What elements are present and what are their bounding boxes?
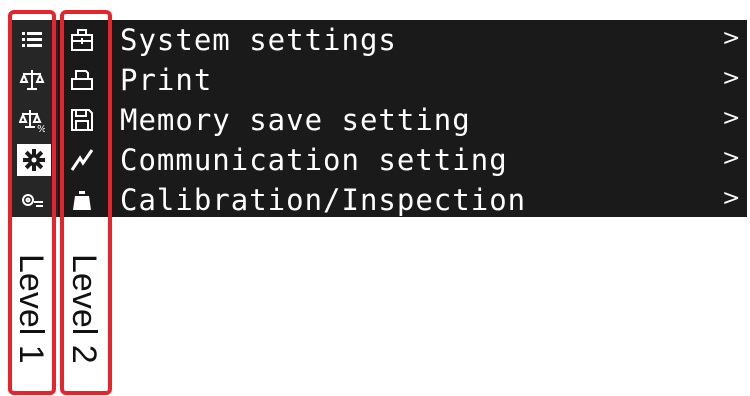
chevron-right-icon: > <box>722 186 741 211</box>
menu-item-label: System settings <box>120 23 397 57</box>
menu-item-communication-setting[interactable]: Communication setting > <box>0 140 750 180</box>
chevron-right-icon: > <box>722 66 741 91</box>
level1-annotation: Level 1 <box>12 254 50 364</box>
level2-annotation: Level 2 <box>65 254 103 364</box>
menu-item-label: Calibration/Inspection <box>120 183 527 217</box>
chevron-right-icon: > <box>722 146 741 171</box>
menu-item-label: Memory save setting <box>120 103 471 137</box>
menu-item-print[interactable]: Print > <box>0 60 750 100</box>
chevron-right-icon: > <box>722 106 741 131</box>
menu-item-label: Communication setting <box>120 143 508 177</box>
menu-item-system-settings[interactable]: System settings > <box>0 20 750 60</box>
menu-item-memory-save-setting[interactable]: % Memory save setting > <box>0 100 750 140</box>
chevron-right-icon: > <box>722 26 741 51</box>
menu-item-label: Print <box>120 63 213 97</box>
menu-item-calibration-inspection[interactable]: Calibration/Inspection > <box>0 180 750 220</box>
